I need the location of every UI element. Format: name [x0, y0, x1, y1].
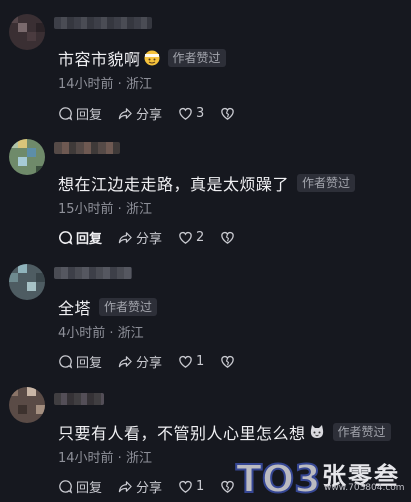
reply-icon — [59, 231, 73, 245]
reply-icon — [59, 480, 73, 494]
reply-label: 回复 — [76, 108, 103, 123]
comment-list: 市容市貌啊 作者赞过 14小时前 · 浙江 回复 分享 3 想在江边走走路，真是… — [0, 0, 411, 502]
broken-heart-icon — [221, 231, 235, 244]
comment-actions: 回复 分享 1 — [58, 477, 254, 496]
like-button[interactable]: 1 — [178, 479, 204, 494]
author-liked-badge: 作者赞过 — [167, 49, 226, 67]
avatar[interactable] — [9, 139, 45, 175]
comment-item: 全塔 作者赞过 4小时前 · 浙江 回复 分享 1 — [0, 250, 411, 375]
username-blurred[interactable] — [54, 267, 132, 279]
watermark-logo: TO3 — [235, 456, 322, 502]
comment-body: 市容市貌啊 作者赞过 — [58, 46, 226, 70]
username-blurred[interactable] — [54, 393, 104, 405]
like-count: 2 — [196, 230, 205, 245]
reply-icon — [59, 355, 73, 369]
comment-meta: 14小时前 · 浙江 — [58, 77, 152, 92]
comment-item: 市容市貌啊 作者赞过 14小时前 · 浙江 回复 分享 3 — [0, 0, 411, 125]
share-icon — [118, 356, 132, 368]
heart-icon — [179, 231, 192, 244]
heart-icon — [179, 355, 192, 368]
like-count: 1 — [196, 479, 205, 494]
share-button[interactable]: 分享 — [118, 352, 162, 371]
share-label: 分享 — [136, 232, 163, 247]
broken-heart-icon — [221, 355, 235, 368]
comment-text: 想在江边走走路，真是太烦躁了 — [58, 175, 290, 194]
face-with-head-bandage-emoji — [144, 50, 160, 66]
like-button[interactable]: 1 — [178, 354, 204, 369]
reply-label: 回复 — [76, 232, 103, 247]
site-watermark: TO3 张零叁 www.703804.com — [232, 452, 411, 502]
dislike-button[interactable] — [220, 354, 238, 369]
comment-body: 想在江边走走路，真是太烦躁了 作者赞过 — [58, 171, 356, 195]
share-icon — [118, 232, 132, 244]
heart-icon — [179, 480, 192, 493]
like-button[interactable]: 2 — [178, 230, 204, 245]
username-blurred[interactable] — [54, 142, 120, 154]
avatar[interactable] — [9, 264, 45, 300]
reply-button[interactable]: 回复 — [58, 352, 102, 371]
comment-meta: 15小时前 · 浙江 — [58, 202, 152, 217]
share-icon — [118, 481, 132, 493]
svg-text:TO3: TO3 — [236, 457, 321, 501]
share-label: 分享 — [136, 108, 163, 123]
comment-actions: 回复 分享 1 — [58, 352, 254, 371]
share-label: 分享 — [136, 481, 163, 496]
cat-face-emoji — [309, 424, 325, 440]
comment-body: 全塔 作者赞过 — [58, 295, 158, 319]
like-button[interactable]: 3 — [178, 106, 204, 121]
comment-actions: 回复 分享 3 — [58, 104, 254, 123]
author-liked-badge: 作者赞过 — [297, 174, 356, 192]
comment-text: 全塔 — [58, 299, 92, 318]
dislike-button[interactable] — [220, 230, 238, 245]
author-liked-badge: 作者赞过 — [332, 423, 391, 441]
dislike-button[interactable] — [220, 106, 238, 121]
reply-label: 回复 — [76, 481, 103, 496]
watermark-url: www.703804.com — [324, 483, 405, 493]
reply-icon — [59, 107, 73, 121]
comment-meta: 14小时前 · 浙江 — [58, 451, 152, 466]
reply-label: 回复 — [76, 356, 103, 371]
like-count: 1 — [196, 354, 205, 369]
avatar[interactable] — [9, 387, 45, 423]
comment-body: 只要有人看，不管别人心里怎么想 作者赞过 — [58, 420, 391, 444]
broken-heart-icon — [221, 107, 235, 120]
author-liked-badge: 作者赞过 — [99, 298, 158, 316]
comment-item: 想在江边走走路，真是太烦躁了 作者赞过 15小时前 · 浙江 回复 分享 2 — [0, 125, 411, 250]
comment-text: 市容市貌啊 — [58, 50, 141, 69]
comment-meta: 4小时前 · 浙江 — [58, 326, 144, 341]
username-blurred[interactable] — [54, 17, 152, 29]
comment-text: 只要有人看，不管别人心里怎么想 — [58, 424, 306, 443]
avatar[interactable] — [9, 14, 45, 50]
reply-button[interactable]: 回复 — [58, 228, 102, 247]
comment-actions: 回复 分享 2 — [58, 228, 254, 247]
share-button[interactable]: 分享 — [118, 477, 162, 496]
heart-icon — [179, 107, 192, 120]
like-count: 3 — [196, 106, 205, 121]
share-label: 分享 — [136, 356, 163, 371]
share-button[interactable]: 分享 — [118, 104, 162, 123]
reply-button[interactable]: 回复 — [58, 104, 102, 123]
reply-button[interactable]: 回复 — [58, 477, 102, 496]
share-icon — [118, 108, 132, 120]
share-button[interactable]: 分享 — [118, 228, 162, 247]
